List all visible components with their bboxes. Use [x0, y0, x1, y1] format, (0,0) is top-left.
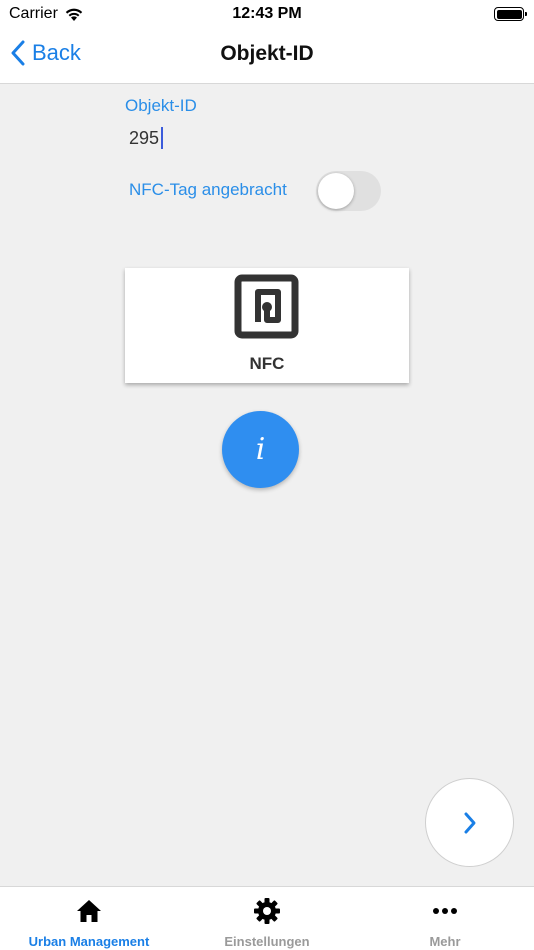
tab-bar: Urban Management Einstellungen Mehr [0, 886, 534, 950]
objekt-id-input[interactable] [126, 124, 306, 152]
home-icon [75, 897, 103, 925]
chevron-right-icon [464, 812, 475, 833]
toggle-knob [318, 173, 354, 209]
tab-label: Urban Management [28, 934, 150, 949]
navigation-bar: Back Objekt-ID [0, 28, 534, 84]
text-cursor [161, 127, 163, 149]
tab-urban-management[interactable]: Urban Management [0, 887, 178, 950]
info-button[interactable]: i [222, 411, 299, 488]
status-bar: Carrier 12:43 PM [0, 0, 534, 28]
objekt-id-label: Objekt-ID [125, 96, 197, 115]
nfc-icon [234, 274, 299, 339]
next-button[interactable] [425, 778, 514, 867]
info-icon: i [255, 432, 266, 467]
chevron-left-icon [11, 40, 25, 66]
tab-mehr[interactable]: Mehr [356, 887, 534, 950]
gear-icon [253, 897, 281, 925]
tab-einstellungen[interactable]: Einstellungen [178, 887, 356, 950]
more-icon [431, 897, 459, 925]
back-label: Back [32, 40, 81, 65]
status-time: 12:43 PM [232, 5, 302, 22]
tab-label: Mehr [429, 934, 461, 949]
nfc-toggle-label: NFC-Tag angebracht [129, 180, 287, 199]
tab-label: Einstellungen [224, 934, 310, 949]
nfc-tag-toggle[interactable] [316, 171, 381, 211]
nfc-button-label: NFC [249, 354, 285, 373]
nfc-button[interactable]: NFC [125, 268, 409, 383]
back-button[interactable]: Back [10, 40, 81, 66]
battery-icon [494, 7, 527, 21]
